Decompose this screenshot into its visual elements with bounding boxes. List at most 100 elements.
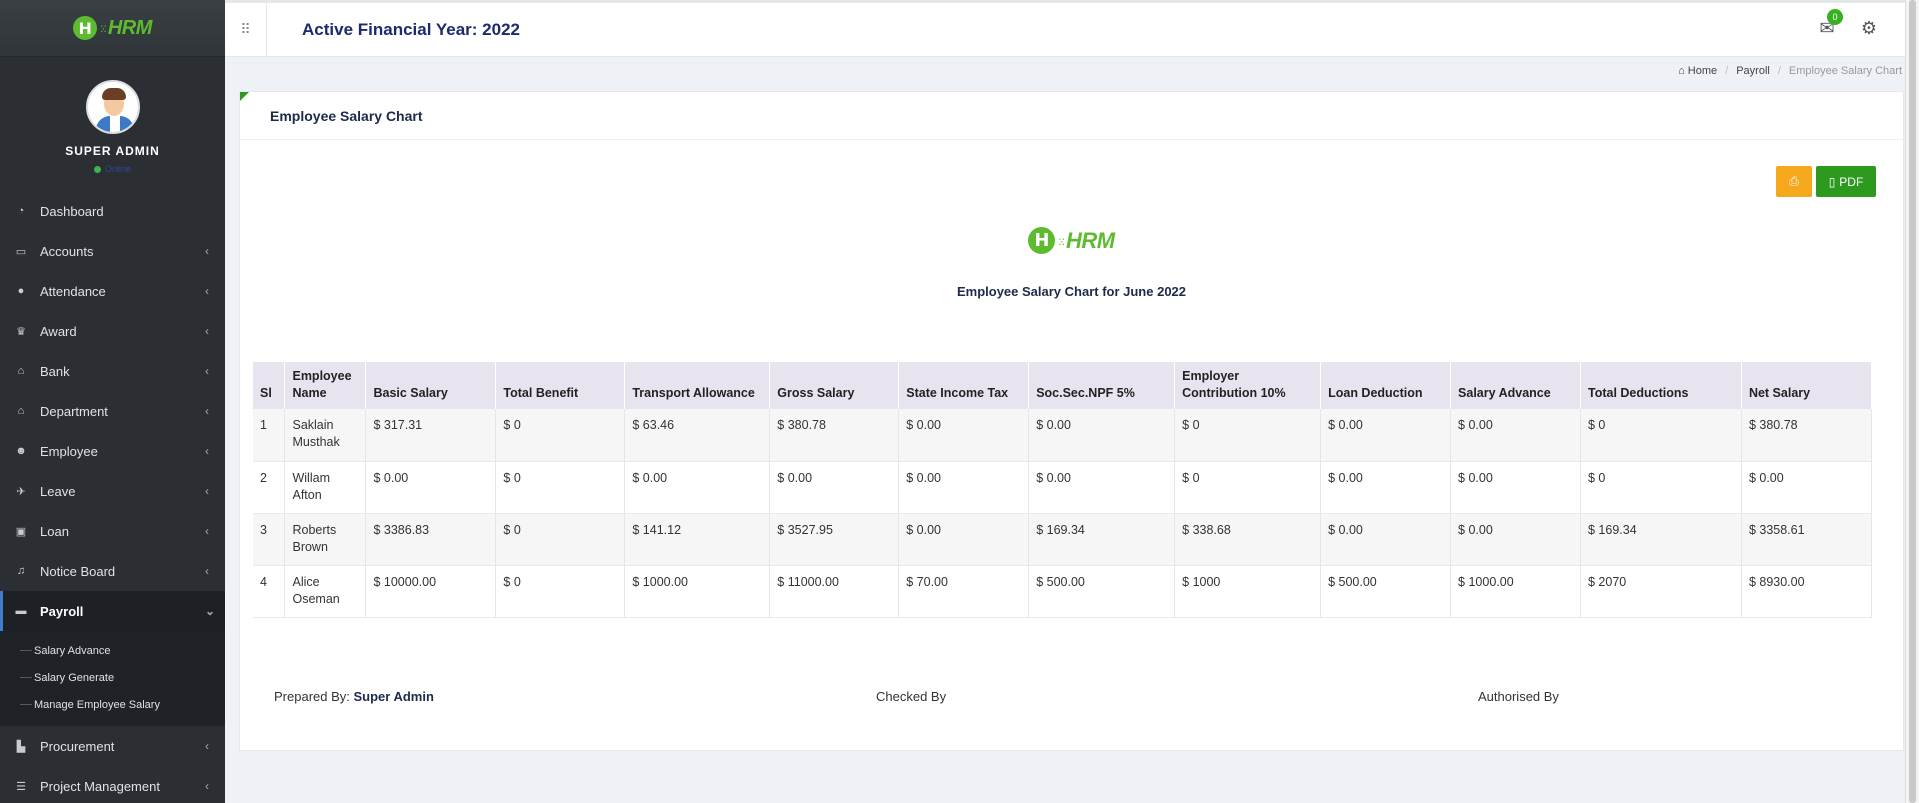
table-cell: $ 0.00 xyxy=(624,461,771,513)
chevron-icon: ‹ xyxy=(205,244,209,258)
logo-mark-icon: H xyxy=(1028,227,1056,254)
table-cell: $ 0.00 xyxy=(769,461,900,513)
table-cell: $ 3527.95 xyxy=(769,513,900,565)
header-actions: ✉ 0 ⚙ xyxy=(1812,9,1884,45)
users-icon: ☻ xyxy=(15,445,27,457)
sidebar-item-label: Employee xyxy=(40,443,98,459)
submenu-item-salary-generate[interactable]: Salary Generate xyxy=(0,664,225,691)
sidebar-item-leave[interactable]: ✈ Leave ‹ xyxy=(0,471,225,511)
prepared-by-name: Super Admin xyxy=(353,689,434,704)
user-name: SUPER ADMIN xyxy=(65,144,160,158)
sidebar-item-label: Leave xyxy=(40,483,76,499)
table-cell: $ 63.46 xyxy=(624,409,771,461)
sidebar-item-label: Bank xyxy=(40,363,70,379)
table-cell: $ 1000.00 xyxy=(1450,565,1581,617)
sidebar-logo[interactable]: H :·: HRM xyxy=(0,0,225,57)
settings-button[interactable]: ⚙ xyxy=(1854,11,1884,45)
report-title: Employee Salary Chart for June 2022 xyxy=(956,284,1187,299)
export-actions: ⎙ ▯ PDF xyxy=(1776,166,1876,197)
print-button[interactable]: ⎙ xyxy=(1776,166,1812,197)
chevron-icon: ‹ xyxy=(205,364,209,378)
table-cell: $ 0.00 xyxy=(1320,461,1452,513)
chevron-icon: ‹ xyxy=(205,524,209,538)
sidebar-item-employee[interactable]: ☻ Employee ‹ xyxy=(0,431,225,471)
sidebar-item-payroll[interactable]: ▬ Payroll ⌄ xyxy=(0,591,225,631)
dashboard-icon: ◔ xyxy=(17,205,25,217)
sidebar-item-notice-board[interactable]: ♫ Notice Board ‹ xyxy=(0,551,225,591)
logo-text: HRM xyxy=(107,16,153,39)
logo-mark-icon: H xyxy=(73,16,98,40)
sidebar-item-label: Dashboard xyxy=(40,203,104,219)
submenu-item-salary-advance[interactable]: Salary Advance xyxy=(0,637,225,664)
breadcrumb-separator: / xyxy=(1777,65,1781,77)
salary-chart-panel: Employee Salary Chart ⎙ ▯ PDF H :·: HRM E… xyxy=(239,91,1904,751)
table-cell: $ 0.00 xyxy=(1028,409,1176,461)
sidebar-item-department[interactable]: ⌂ Department ‹ xyxy=(0,391,225,431)
gear-icon: ⚙ xyxy=(1860,17,1878,38)
online-status-icon xyxy=(93,165,101,173)
table-cell: $ 0 xyxy=(1174,409,1322,461)
table-cell: 1 xyxy=(253,409,286,461)
page-scrollbar[interactable] xyxy=(1905,0,1919,803)
table-cell: $ 141.12 xyxy=(624,513,771,565)
column-header: Total Deductions xyxy=(1580,362,1742,409)
table-cell: $ 0 xyxy=(495,461,626,513)
column-header: Total Benefit xyxy=(495,362,626,409)
table-cell: $ 0.00 xyxy=(898,461,1030,513)
column-header: Sl xyxy=(253,362,286,409)
table-cell: $ 0 xyxy=(495,513,626,565)
table-cell: $ 0.00 xyxy=(1320,513,1452,565)
table-cell: $ 0 xyxy=(495,565,626,617)
sidebar-item-label: Project Management xyxy=(40,778,160,794)
sidebar-item-dashboard[interactable]: ◔ Dashboard xyxy=(0,191,225,231)
sidebar-item-label: Attendance xyxy=(40,283,106,299)
money-icon: ▣ xyxy=(15,525,27,538)
sidebar-item-award[interactable]: ♛ Award ‹ xyxy=(0,311,225,351)
table-header-row: Sl Employee Name Basic Salary Total Benefit… xyxy=(253,362,1873,409)
table-row: 2 Willam Afton $ 0.00 $ 0 $ 0.00 $ 0.00 $ 0.00… xyxy=(253,461,1873,513)
sidebar-item-loan[interactable]: ▣ Loan ‹ xyxy=(0,511,225,551)
table-cell: Alice Oseman xyxy=(284,565,367,617)
sidebar-item-accounts[interactable]: ▭ Accounts ‹ xyxy=(0,231,225,271)
page-title: Active Financial Year: 2022 xyxy=(302,19,520,39)
logo-dots-icon: :·: xyxy=(100,21,107,35)
submenu-item-manage-employee-salary[interactable]: Manage Employee Salary xyxy=(0,691,225,718)
column-header: Net Salary xyxy=(1741,362,1873,409)
table-cell: $ 500.00 xyxy=(1028,565,1176,617)
prepared-by: Prepared By: Super Admin xyxy=(274,689,434,704)
sidebar-item-bank[interactable]: ⌂ Bank ‹ xyxy=(0,351,225,391)
table-cell: $ 0.00 xyxy=(1450,513,1581,565)
avatar[interactable] xyxy=(85,80,140,134)
sidebar-item-label: Notice Board xyxy=(40,563,116,579)
breadcrumb-home[interactable]: ⌂ Home xyxy=(1678,65,1717,77)
home-icon: ⌂ xyxy=(1678,65,1685,77)
table-cell: $ 3386.83 xyxy=(365,513,497,565)
breadcrumb: ⌂ Home / Payroll / Employee Salary Chart xyxy=(1678,65,1902,77)
table-cell: Willam Afton xyxy=(284,461,367,513)
column-header: Loan Deduction xyxy=(1320,362,1452,409)
table-cell: $ 0.00 xyxy=(1320,409,1452,461)
table-cell: 2 xyxy=(253,461,286,513)
table-cell: $ 0 xyxy=(495,409,626,461)
table-cell: $ 0 xyxy=(1174,461,1322,513)
messages-button[interactable]: ✉ 0 xyxy=(1812,9,1843,45)
chevron-icon: ‹ xyxy=(205,739,209,753)
pdf-button-label: PDF xyxy=(1839,174,1864,189)
chevron-icon: ⌄ xyxy=(205,604,216,618)
checked-by: Checked By xyxy=(876,689,947,704)
column-header: Gross Salary xyxy=(769,362,900,409)
column-header: Employee Name xyxy=(284,362,367,409)
sidebar-item-procurement[interactable]: ▙ Procurement ‹ xyxy=(0,726,225,766)
sidebar-item-attendance[interactable]: ● Attendance ‹ xyxy=(0,271,225,311)
table-cell: $ 0.00 xyxy=(898,409,1030,461)
table-cell: $ 70.00 xyxy=(898,565,1030,617)
chevron-icon: ‹ xyxy=(205,564,209,578)
top-header: ⠿ Active Financial Year: 2022 ✉ 0 ⚙ xyxy=(225,0,1919,57)
sidebar-item-project-management[interactable]: ☰ Project Management ‹ xyxy=(0,766,225,803)
chevron-icon: ‹ xyxy=(205,284,209,298)
salary-table: Sl Employee Name Basic Salary Total Benefit… xyxy=(253,362,1873,618)
breadcrumb-payroll[interactable]: Payroll xyxy=(1736,65,1770,77)
sidebar-item-label: Payroll xyxy=(40,603,84,619)
app-grid-icon[interactable]: ⠿ xyxy=(225,2,267,57)
pdf-button[interactable]: ▯ PDF xyxy=(1816,166,1876,197)
